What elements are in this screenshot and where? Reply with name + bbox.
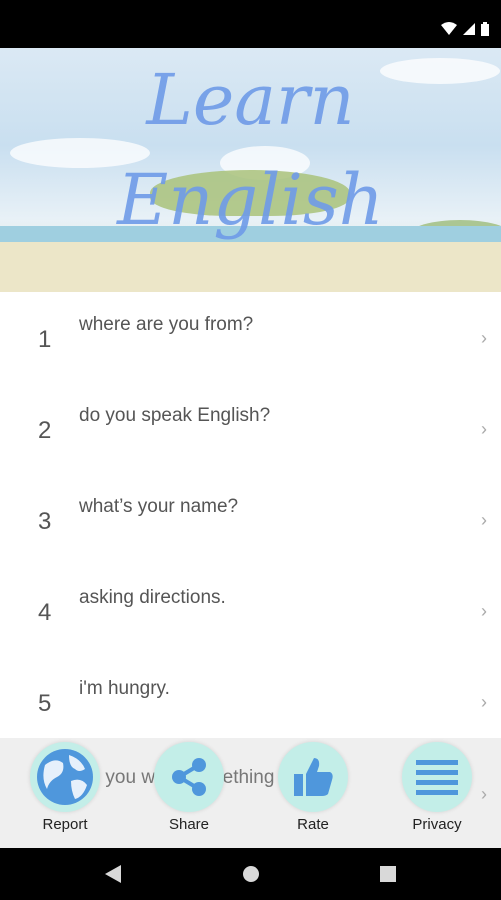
privacy-circle (402, 742, 472, 812)
app-title: Learn English (0, 50, 501, 250)
share-label: Share (168, 816, 210, 833)
signal-icon (463, 23, 475, 35)
chevron-right-icon: › (481, 510, 487, 530)
rate-button[interactable]: Rate (265, 742, 361, 833)
rate-label: Rate (297, 816, 329, 833)
item-number: 3 (38, 508, 52, 535)
privacy-label: Privacy (412, 816, 462, 833)
share-circle (154, 742, 224, 812)
item-label: asking directions. (79, 587, 226, 608)
status-icons (441, 22, 489, 36)
header-banner: Learn English (0, 48, 501, 292)
item-label: what’s your name? (79, 496, 239, 517)
menu-icon (416, 760, 458, 795)
item-label: do you speak English? (79, 405, 271, 426)
item-number: 2 (38, 417, 52, 444)
chevron-right-icon: › (481, 601, 487, 621)
globe-icon (37, 749, 93, 805)
list-item[interactable]: 2 do you speak English? › (0, 383, 501, 474)
item-number: 4 (38, 599, 52, 626)
status-bar (0, 0, 501, 48)
chevron-right-icon: › (481, 328, 487, 348)
share-icon (172, 758, 206, 796)
recents-icon[interactable] (379, 865, 397, 883)
wifi-icon (441, 22, 457, 35)
list-item[interactable]: 3 what’s your name? › (0, 474, 501, 565)
title-line-1: Learn (146, 59, 355, 141)
chevron-right-icon: › (481, 692, 487, 712)
title-line-2: English (117, 159, 384, 241)
privacy-button[interactable]: Privacy (389, 742, 485, 833)
report-label: Report (42, 816, 88, 833)
lesson-list: 1 where are you from? › 2 do you speak E… (0, 292, 501, 738)
item-number: 1 (38, 326, 52, 353)
list-item[interactable]: 1 where are you from? › (0, 292, 501, 383)
list-item[interactable]: 5 i'm hungry. › (0, 656, 501, 747)
share-button[interactable]: Share (141, 742, 237, 833)
battery-icon (481, 22, 489, 36)
item-label: where are you from? (79, 314, 254, 335)
rate-circle (278, 742, 348, 812)
bottom-action-bar: do you want something to drink › Report … (0, 738, 501, 848)
home-icon[interactable] (241, 864, 261, 884)
report-button[interactable]: Report (17, 742, 113, 833)
item-number: 5 (38, 690, 52, 717)
report-circle (30, 742, 100, 812)
back-icon[interactable] (103, 863, 123, 885)
chevron-right-icon: › (481, 419, 487, 439)
navigation-bar (0, 848, 501, 900)
item-label: i'm hungry. (79, 678, 170, 699)
list-item[interactable]: 4 asking directions. › (0, 565, 501, 656)
thumbs-up-icon (294, 758, 333, 796)
